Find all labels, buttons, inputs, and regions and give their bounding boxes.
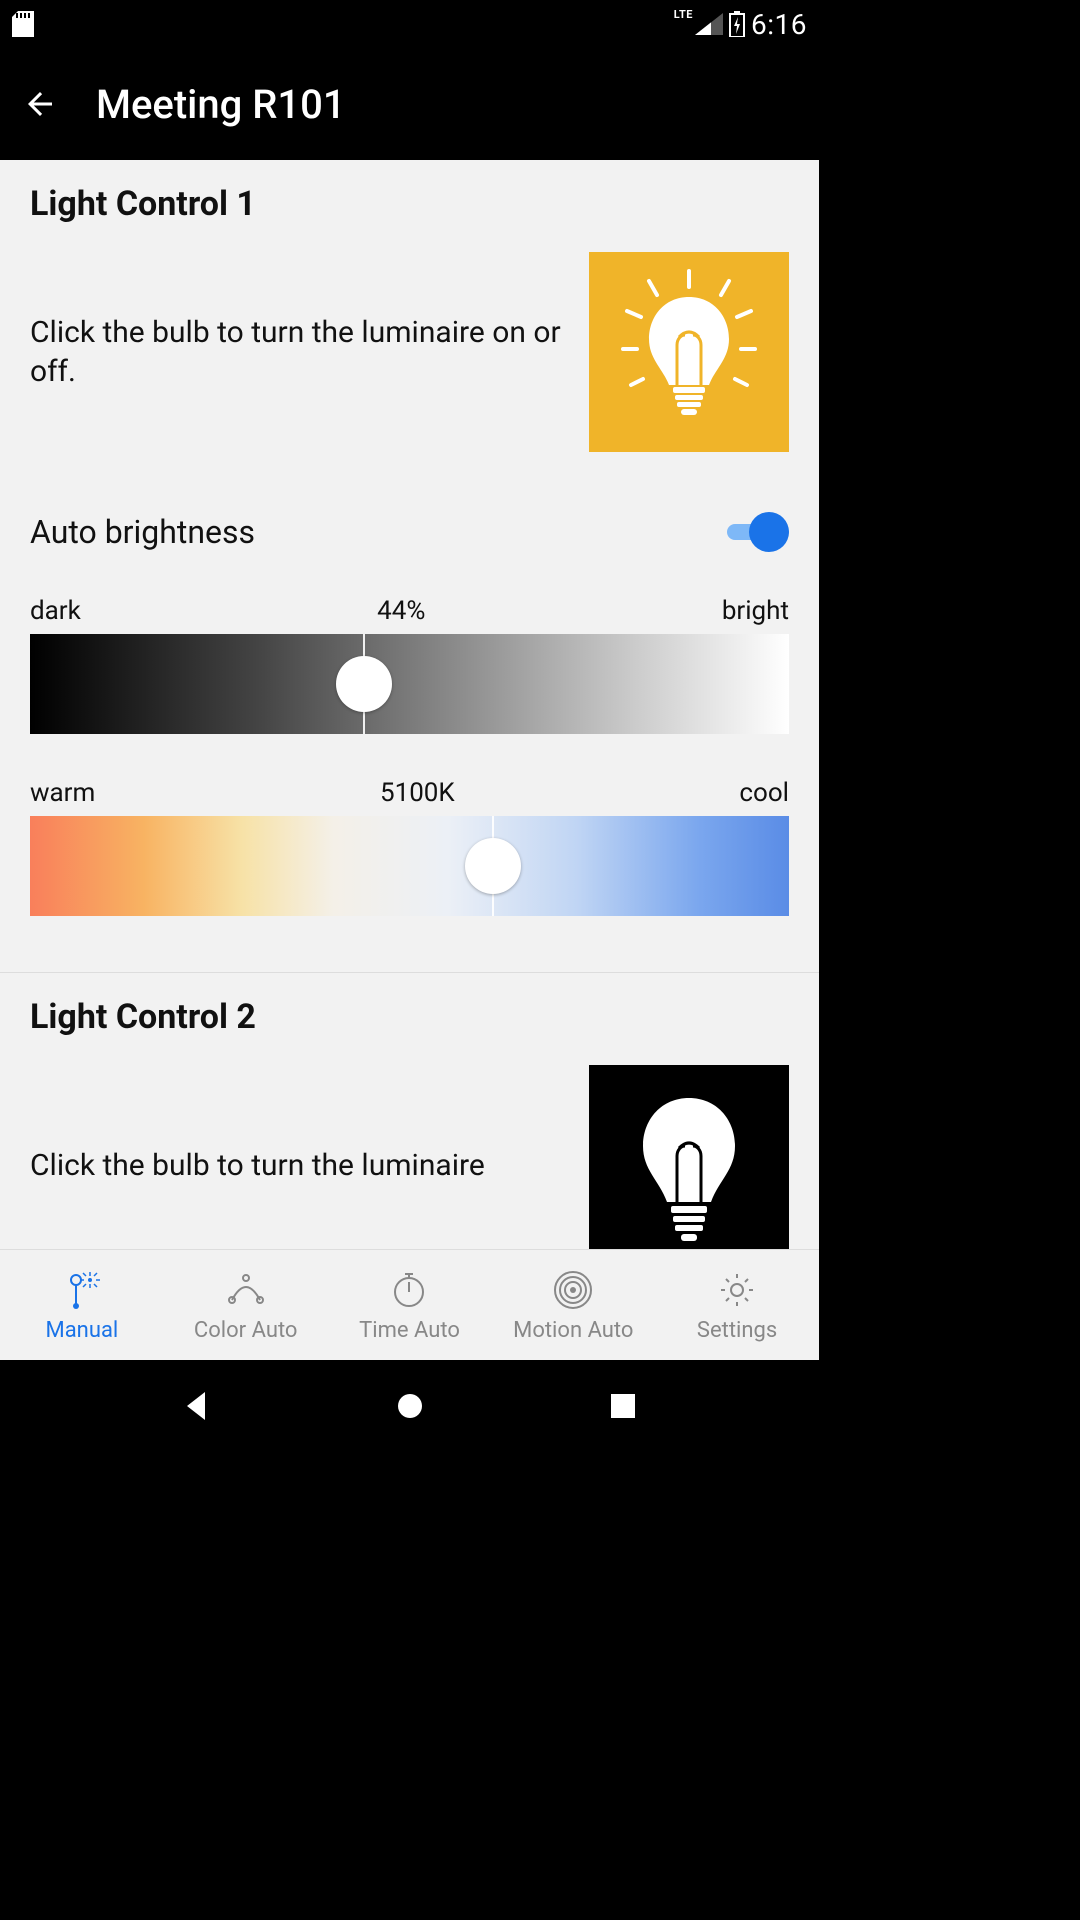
temperature-thumb[interactable] (465, 838, 521, 894)
brightness-slider-block: dark 44% bright (30, 596, 789, 734)
system-nav-bar (0, 1360, 819, 1456)
tab-label: Settings (697, 1318, 777, 1343)
gear-icon (715, 1268, 759, 1312)
time-auto-icon (387, 1268, 431, 1312)
back-button[interactable] (16, 80, 64, 128)
status-bar: LTE 6:16 (0, 0, 819, 48)
tab-manual[interactable]: Manual (0, 1250, 164, 1360)
tab-label: Color Auto (194, 1318, 298, 1343)
sd-card-icon (12, 11, 34, 37)
tab-motion-auto[interactable]: Motion Auto (491, 1250, 655, 1360)
bulb-toggle-on-button[interactable] (589, 252, 789, 452)
manual-icon (60, 1268, 104, 1312)
light-control-1-section: Light Control 1 Click the bulb to turn t… (0, 160, 819, 916)
content-scroll[interactable]: Light Control 1 Click the bulb to turn t… (0, 160, 819, 1249)
page-title: Meeting R101 (96, 81, 346, 128)
light-control-2-section: Light Control 2 Click the bulb to turn t… (0, 973, 819, 1249)
color-auto-icon (224, 1268, 268, 1312)
auto-brightness-toggle[interactable] (727, 512, 789, 552)
brightness-max-label: bright (722, 596, 789, 626)
auto-brightness-label: Auto brightness (30, 513, 727, 551)
tab-label: Motion Auto (513, 1318, 633, 1343)
bulb-toggle-off-button[interactable] (589, 1065, 789, 1249)
bulb-instruction: Click the bulb to turn the luminaire on … (30, 313, 565, 391)
tab-time-auto[interactable]: Time Auto (328, 1250, 492, 1360)
bottom-nav: Manual Color Auto Time Auto Motion Auto … (0, 1249, 819, 1360)
brightness-slider[interactable] (30, 634, 789, 734)
temperature-value: 5100K (95, 778, 739, 808)
signal-icon (695, 13, 723, 35)
brightness-min-label: dark (30, 596, 81, 626)
arrow-left-icon (22, 86, 58, 122)
bulb-on-icon (619, 267, 759, 437)
section-title: Light Control 1 (30, 184, 789, 224)
system-home-button[interactable] (392, 1388, 428, 1428)
network-type: LTE (674, 8, 693, 21)
tab-settings[interactable]: Settings (655, 1250, 819, 1360)
tab-label: Time Auto (359, 1318, 460, 1343)
battery-charging-icon (729, 11, 745, 37)
auto-brightness-row: Auto brightness (30, 512, 789, 552)
brightness-value: 44% (81, 596, 722, 626)
tab-label: Manual (46, 1318, 119, 1343)
temperature-max-label: cool (739, 778, 789, 808)
brightness-thumb[interactable] (336, 656, 392, 712)
system-recent-button[interactable] (605, 1388, 641, 1428)
clock: 6:16 (751, 8, 807, 41)
motion-auto-icon (551, 1268, 595, 1312)
temperature-slider-block: warm 5100K cool (30, 778, 789, 916)
temperature-slider[interactable] (30, 816, 789, 916)
app-bar: Meeting R101 (0, 48, 819, 160)
temperature-min-label: warm (30, 778, 95, 808)
bulb-off-icon (619, 1080, 759, 1249)
tab-color-auto[interactable]: Color Auto (164, 1250, 328, 1360)
section-title: Light Control 2 (30, 997, 789, 1037)
bulb-instruction: Click the bulb to turn the luminaire (30, 1146, 565, 1185)
system-back-button[interactable] (179, 1388, 215, 1428)
